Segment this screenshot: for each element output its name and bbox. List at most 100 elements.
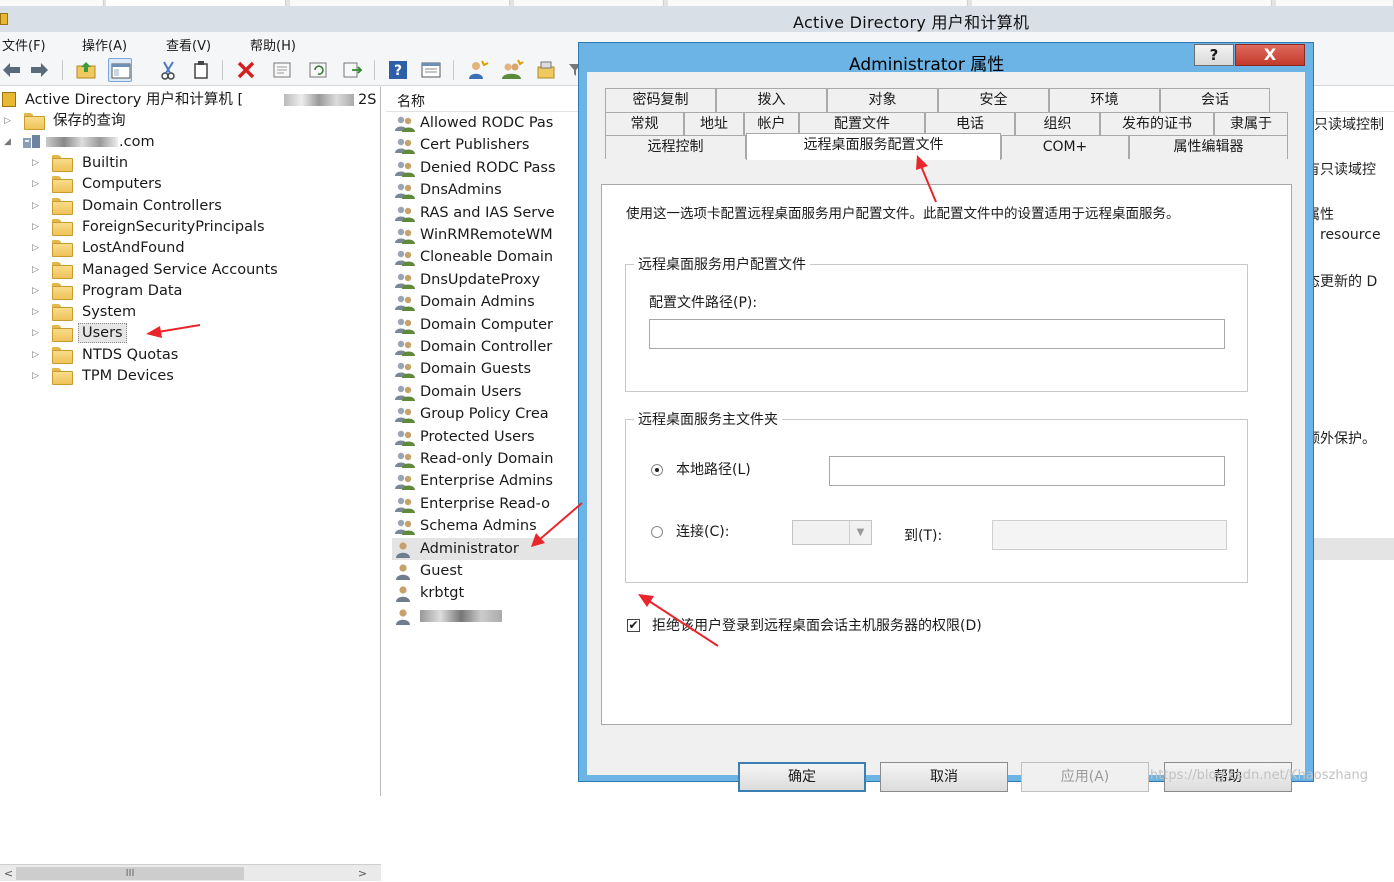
tab-remote-control[interactable]: 远程控制	[605, 135, 746, 159]
scroll-left-icon[interactable]: <	[0, 865, 17, 882]
back-arrow-icon[interactable]	[0, 58, 24, 82]
expand-arrow-icon[interactable]: ▷	[32, 370, 42, 382]
group-list-item[interactable]: Cert Publishers	[392, 134, 592, 156]
column-header-name[interactable]: 名称	[397, 91, 425, 111]
tab-member-of[interactable]: 隶属于	[1214, 112, 1288, 136]
help-icon[interactable]: ?	[386, 58, 410, 82]
export-list-icon[interactable]	[340, 58, 364, 82]
group-list-item[interactable]: Domain Admins	[392, 291, 592, 313]
expand-arrow-icon[interactable]: ▷	[32, 306, 42, 318]
group-list-item[interactable]: Enterprise Admins	[392, 470, 592, 492]
collapse-arrow-icon[interactable]: ◢	[4, 136, 14, 148]
group-list-item[interactable]: Protected Users	[392, 426, 592, 448]
new-ou-icon[interactable]	[535, 58, 559, 82]
group-list-item[interactable]: Domain Controller	[392, 336, 592, 358]
menu-action[interactable]: 操作(A)	[82, 35, 127, 54]
group-list-item[interactable]: Domain Guests	[392, 358, 592, 380]
refresh-icon[interactable]	[306, 58, 330, 82]
user-list-item[interactable]: Guest	[392, 560, 592, 582]
horizontal-scrollbar[interactable]: < III >	[0, 864, 381, 881]
tree-item-ntds-quotas[interactable]: ▷ NTDS Quotas	[0, 345, 380, 365]
tree-item-foreignsecurityprincipals[interactable]: ▷ ForeignSecurityPrincipals	[0, 217, 380, 237]
tree-root[interactable]: Active Directory 用户和计算机 [ 2S	[0, 90, 381, 110]
tab-attribute-editor[interactable]: 属性编辑器	[1129, 135, 1288, 159]
tab-object[interactable]: 对象	[827, 88, 938, 112]
delete-icon[interactable]	[234, 58, 258, 82]
tab-environment[interactable]: 环境	[1049, 88, 1160, 112]
drive-letter-combo[interactable]: ▼	[792, 520, 872, 545]
expand-arrow-icon[interactable]: ▷	[32, 349, 42, 361]
group-list-item[interactable]: Domain Computer	[392, 314, 592, 336]
forward-arrow-icon[interactable]	[27, 58, 51, 82]
group-list-item[interactable]: Cloneable Domain	[392, 246, 592, 268]
group-list-item[interactable]: DnsUpdateProxy	[392, 269, 592, 291]
group-list-item[interactable]: Denied RODC Pass	[392, 157, 592, 179]
expand-arrow-icon[interactable]: ▷	[4, 115, 14, 127]
menu-file[interactable]: 文件(F)	[2, 35, 46, 54]
tree-item-computers[interactable]: ▷ Computers	[0, 174, 380, 194]
tab-security[interactable]: 安全	[938, 88, 1049, 112]
tab-general[interactable]: 常规	[605, 112, 684, 136]
expand-arrow-icon[interactable]: ▷	[32, 327, 42, 339]
apply-button[interactable]: 应用(A)	[1021, 762, 1149, 792]
connect-radio[interactable]	[651, 526, 663, 538]
scroll-thumb[interactable]: III	[16, 867, 244, 880]
user-list-item[interactable]: krbtgt	[392, 582, 592, 604]
tab-dial-in[interactable]: 拨入	[716, 88, 827, 112]
tree-item-system[interactable]: ▷ System	[0, 302, 380, 322]
cancel-button[interactable]: 取消	[880, 762, 1008, 792]
tree-item-lostandfound[interactable]: ▷ LostAndFound	[0, 238, 380, 258]
cut-icon[interactable]	[157, 58, 181, 82]
tab-published-certificates[interactable]: 发布的证书	[1100, 112, 1214, 136]
menu-view[interactable]: 查看(V)	[166, 35, 211, 54]
expand-arrow-icon[interactable]: ▷	[32, 221, 42, 233]
group-list-item[interactable]: Group Policy Crea	[392, 403, 592, 425]
group-list-item[interactable]: Schema Admins	[392, 515, 592, 537]
new-user-icon[interactable]	[465, 58, 489, 82]
tree-item-domain[interactable]: ◢ .com	[0, 132, 380, 152]
expand-arrow-icon[interactable]: ▷	[32, 200, 42, 212]
local-path-input[interactable]	[829, 456, 1225, 486]
tab-com-plus[interactable]: COM+	[1001, 135, 1129, 159]
profile-path-input[interactable]	[649, 319, 1225, 349]
show-console-tree-icon[interactable]	[108, 58, 132, 82]
expand-arrow-icon[interactable]: ▷	[32, 264, 42, 276]
new-group-icon[interactable]	[500, 58, 524, 82]
expand-arrow-icon[interactable]: ▷	[32, 285, 42, 297]
tree-item-program-data[interactable]: ▷ Program Data	[0, 281, 380, 301]
tab-password-replication[interactable]: 密码复制	[605, 88, 716, 112]
tree-item-builtin[interactable]: ▷ Builtin	[0, 153, 380, 173]
menu-help[interactable]: 帮助(H)	[250, 35, 296, 54]
user-list-item[interactable]	[392, 605, 592, 627]
scroll-right-icon[interactable]: >	[354, 865, 371, 882]
expand-arrow-icon[interactable]: ▷	[32, 242, 42, 254]
dialog-close-button[interactable]: X	[1235, 44, 1305, 66]
tree-item-managed-service-accounts[interactable]: ▷ Managed Service Accounts	[0, 260, 380, 280]
local-path-radio[interactable]	[651, 464, 663, 476]
tab-rds-profile[interactable]: 远程桌面服务配置文件	[746, 133, 1001, 160]
deny-rds-logon-checkbox[interactable]: ✔	[627, 619, 640, 632]
details-view-icon[interactable]	[419, 58, 443, 82]
properties-icon[interactable]	[270, 58, 294, 82]
tab-organization[interactable]: 组织	[1015, 112, 1100, 136]
connect-path-input[interactable]	[992, 520, 1227, 550]
tree-item-saved-queries[interactable]: ▷ 保存的查询	[0, 111, 380, 131]
ok-button[interactable]: 确定	[738, 762, 866, 792]
dialog-help-button[interactable]: ?	[1194, 44, 1234, 66]
group-list-item[interactable]: Enterprise Read-o	[392, 493, 592, 515]
group-list-item[interactable]: Allowed RODC Pas	[392, 112, 592, 134]
tree-item-tpm-devices[interactable]: ▷ TPM Devices	[0, 366, 380, 386]
expand-arrow-icon[interactable]: ▷	[32, 178, 42, 190]
group-list-item[interactable]: DnsAdmins	[392, 179, 592, 201]
copy-icon[interactable]	[189, 58, 213, 82]
group-list-item[interactable]: Read-only Domain	[392, 448, 592, 470]
tab-sessions[interactable]: 会话	[1160, 88, 1270, 112]
tree-item-users[interactable]: ▷ Users	[0, 323, 380, 344]
up-folder-icon[interactable]	[74, 58, 98, 82]
expand-arrow-icon[interactable]: ▷	[32, 157, 42, 169]
group-list-item[interactable]: RAS and IAS Serve	[392, 202, 592, 224]
chevron-down-icon[interactable]: ▼	[849, 521, 871, 544]
tab-address[interactable]: 地址	[684, 112, 744, 136]
group-list-item[interactable]: WinRMRemoteWM	[392, 224, 592, 246]
group-list-item[interactable]: Domain Users	[392, 381, 592, 403]
